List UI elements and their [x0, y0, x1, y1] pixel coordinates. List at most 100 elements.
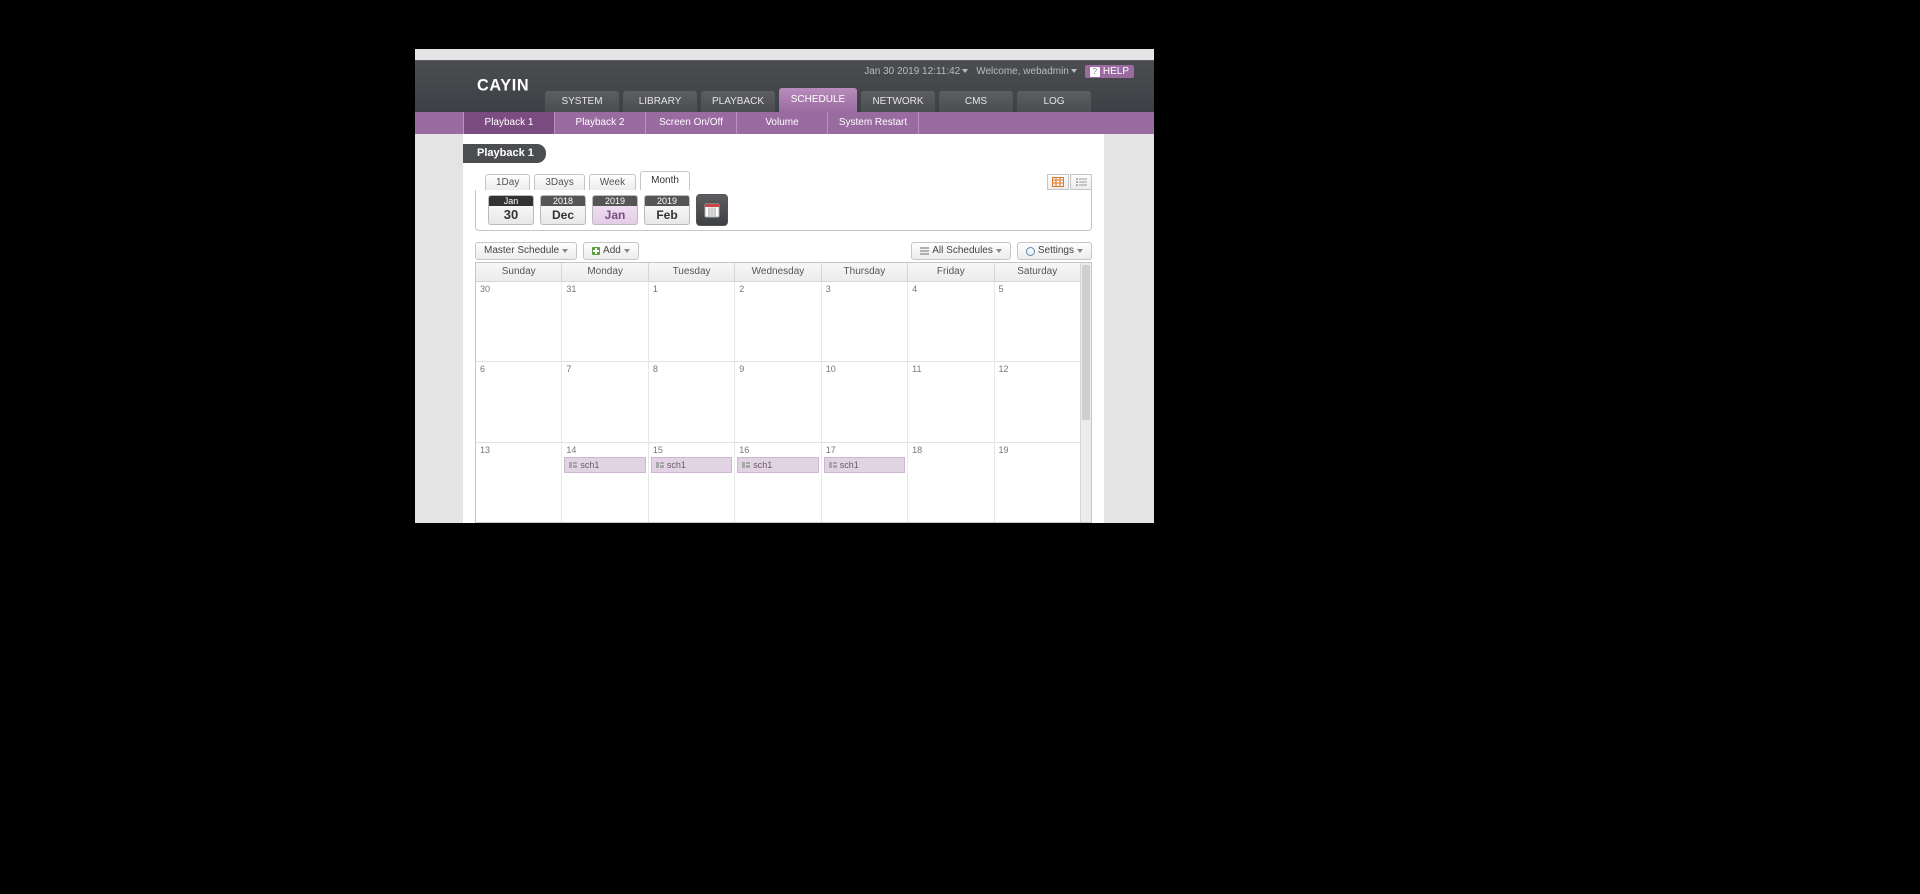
- event-label: sch1: [667, 458, 686, 472]
- list-filter-icon: [920, 247, 929, 255]
- day-number: 11: [912, 364, 921, 374]
- welcome-label[interactable]: Welcome, webadmin: [976, 66, 1077, 77]
- datetime-label[interactable]: Jan 30 2019 12:11:42: [864, 66, 968, 77]
- add-schedule-button[interactable]: Add: [583, 242, 639, 260]
- calendar-cell[interactable]: 5: [995, 282, 1080, 361]
- calendar-scrollbar[interactable]: [1080, 263, 1091, 522]
- tab-network[interactable]: NETWORK: [861, 91, 935, 112]
- calendar-row: 1314sch115sch116sch117sch11819: [476, 443, 1080, 522]
- day-number: 5: [999, 284, 1004, 294]
- date-pill-current-month[interactable]: 2019 Jan: [592, 195, 638, 225]
- date-pill-prev-month[interactable]: 2018 Dec: [540, 195, 586, 225]
- col-thursday: Thursday: [822, 263, 908, 281]
- col-saturday: Saturday: [995, 263, 1080, 281]
- master-schedule-dropdown[interactable]: Master Schedule: [475, 242, 577, 260]
- all-schedules-dropdown[interactable]: All Schedules: [911, 242, 1011, 260]
- calendar-cell[interactable]: 8: [649, 362, 735, 441]
- day-number: 6: [480, 364, 485, 374]
- page-title: Playback 1: [463, 144, 546, 163]
- day-number: 17: [826, 445, 836, 455]
- tab-log[interactable]: LOG: [1017, 91, 1091, 112]
- calendar-cell[interactable]: 13: [476, 443, 562, 522]
- top-status-line: Jan 30 2019 12:11:42 Welcome, webadmin ?…: [864, 65, 1134, 78]
- day-number: 4: [912, 284, 917, 294]
- col-sunday: Sunday: [476, 263, 562, 281]
- day-number: 1: [653, 284, 658, 294]
- day-number: 12: [999, 364, 1009, 374]
- day-number: 18: [912, 445, 922, 455]
- view-tab-1day[interactable]: 1Day: [485, 174, 530, 191]
- help-icon: ?: [1090, 67, 1100, 77]
- tab-playback[interactable]: PLAYBACK: [701, 91, 775, 112]
- day-number: 31: [566, 284, 576, 294]
- calendar-view-button[interactable]: [1047, 174, 1069, 190]
- calendar-cell[interactable]: 31: [562, 282, 648, 361]
- app-frame: CAYIN Jan 30 2019 12:11:42 Welcome, weba…: [415, 49, 1154, 523]
- day-number: 7: [566, 364, 571, 374]
- calendar-picker-button[interactable]: [696, 194, 728, 226]
- subtab-playback-2[interactable]: Playback 2: [555, 112, 646, 134]
- schedule-event[interactable]: sch1: [824, 457, 905, 473]
- date-pill-next-month[interactable]: 2019 Feb: [644, 195, 690, 225]
- calendar-cell[interactable]: 17 sch1: [822, 443, 908, 522]
- subtab-playback-1[interactable]: Playback 1: [463, 112, 555, 134]
- calendar-cell[interactable]: 2: [735, 282, 821, 361]
- list-icon: [1075, 177, 1087, 187]
- calendar-cell[interactable]: 7: [562, 362, 648, 441]
- tab-system[interactable]: SYSTEM: [545, 91, 619, 112]
- calendar-cell[interactable]: 14 sch1: [562, 443, 648, 522]
- sub-nav: Playback 1 Playback 2 Screen On/Off Volu…: [415, 112, 1154, 134]
- svg-text:CAYIN: CAYIN: [477, 76, 529, 94]
- day-number: 16: [739, 445, 749, 455]
- calendar-cell[interactable]: 15sch1: [649, 443, 735, 522]
- calendar-cell[interactable]: 12: [995, 362, 1080, 441]
- calendar-cell[interactable]: 9: [735, 362, 821, 441]
- schedule-event[interactable]: sch1: [564, 457, 645, 473]
- list-view-button[interactable]: [1070, 174, 1092, 190]
- tab-cms[interactable]: CMS: [939, 91, 1013, 112]
- col-monday: Monday: [562, 263, 648, 281]
- view-tab-week[interactable]: Week: [589, 174, 636, 191]
- view-tab-month[interactable]: Month: [640, 171, 690, 191]
- calendar-cell[interactable]: 4: [908, 282, 994, 361]
- event-label: sch1: [840, 458, 859, 472]
- col-tuesday: Tuesday: [649, 263, 735, 281]
- day-number: 2: [739, 284, 744, 294]
- calendar-cell[interactable]: 1: [649, 282, 735, 361]
- calendar-row: 6 7 89 10 11 12: [476, 362, 1080, 442]
- calendar-cell[interactable]: 30: [476, 282, 562, 361]
- header-bar: CAYIN Jan 30 2019 12:11:42 Welcome, weba…: [415, 60, 1154, 112]
- tab-library[interactable]: LIBRARY: [623, 91, 697, 112]
- subtab-screen-onoff[interactable]: Screen On/Off: [646, 112, 737, 134]
- day-number: 14: [566, 445, 576, 455]
- col-friday: Friday: [908, 263, 994, 281]
- help-button[interactable]: ? HELP: [1085, 65, 1134, 78]
- calendar-cell[interactable]: 3: [822, 282, 908, 361]
- event-icon: [742, 462, 750, 468]
- view-tabs: 1Day 3Days Week Month: [485, 174, 690, 190]
- event-icon: [569, 462, 577, 468]
- date-pill-today[interactable]: Jan 30: [488, 195, 534, 225]
- calendar-cell[interactable]: 16 sch1: [735, 443, 821, 522]
- view-tab-3days[interactable]: 3Days: [534, 174, 584, 191]
- subtab-system-restart[interactable]: System Restart: [828, 112, 919, 134]
- day-number: 9: [739, 364, 744, 374]
- day-number: 3: [826, 284, 831, 294]
- day-number: 19: [999, 445, 1009, 455]
- scroll-thumb[interactable]: [1082, 265, 1090, 420]
- settings-dropdown[interactable]: Settings: [1017, 242, 1092, 260]
- view-tabs-row: 1Day 3Days Week Month: [475, 174, 1092, 191]
- schedule-event[interactable]: sch1: [737, 457, 818, 473]
- grid-icon: [1052, 177, 1064, 187]
- calendar-header-row: Sunday Monday Tuesday Wednesday Thursday…: [476, 263, 1080, 282]
- calendar-cell[interactable]: 18: [908, 443, 994, 522]
- subtab-volume[interactable]: Volume: [737, 112, 828, 134]
- calendar-cell[interactable]: 10: [822, 362, 908, 441]
- calendar-cell[interactable]: 19: [995, 443, 1080, 522]
- tab-schedule[interactable]: SCHEDULE: [779, 88, 857, 112]
- schedule-event[interactable]: sch1: [651, 457, 732, 473]
- main-nav: SYSTEM LIBRARY PLAYBACK SCHEDULE NETWORK…: [545, 91, 1091, 112]
- calendar-cell[interactable]: 6: [476, 362, 562, 441]
- calendar-cell[interactable]: 11: [908, 362, 994, 441]
- calendar-icon: [704, 202, 720, 218]
